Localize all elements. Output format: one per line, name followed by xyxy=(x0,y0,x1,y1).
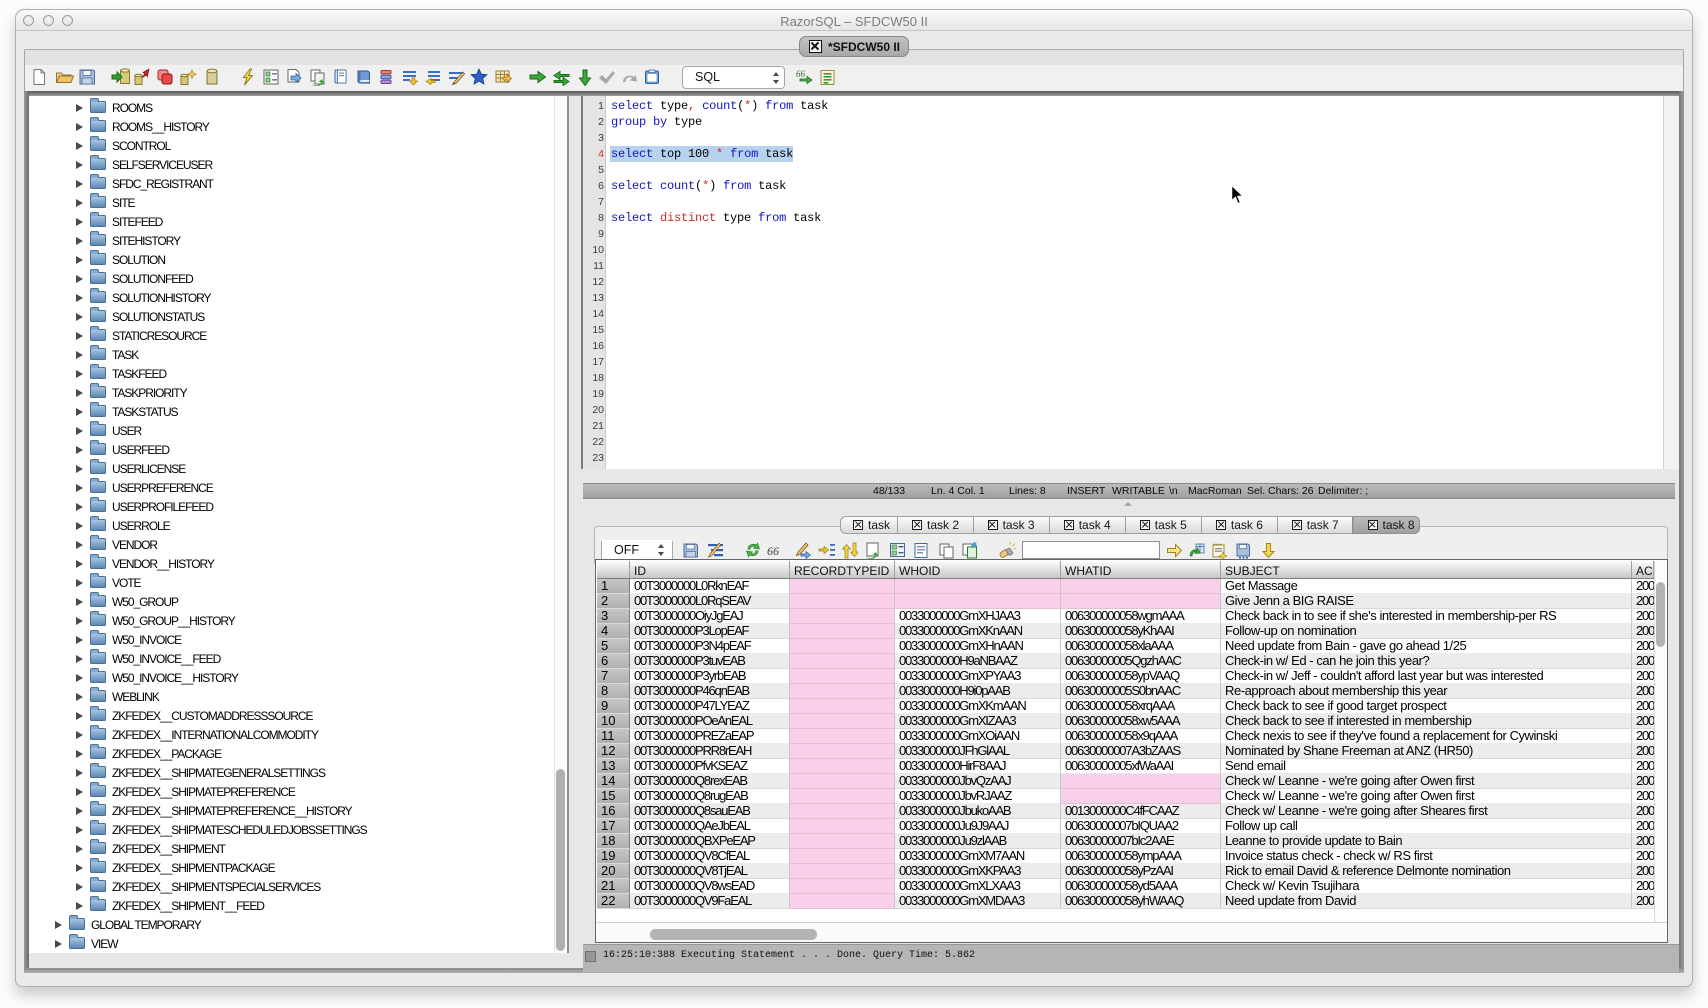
svg-text:66: 66 xyxy=(767,545,779,555)
svg-text:66: 66 xyxy=(796,69,806,79)
